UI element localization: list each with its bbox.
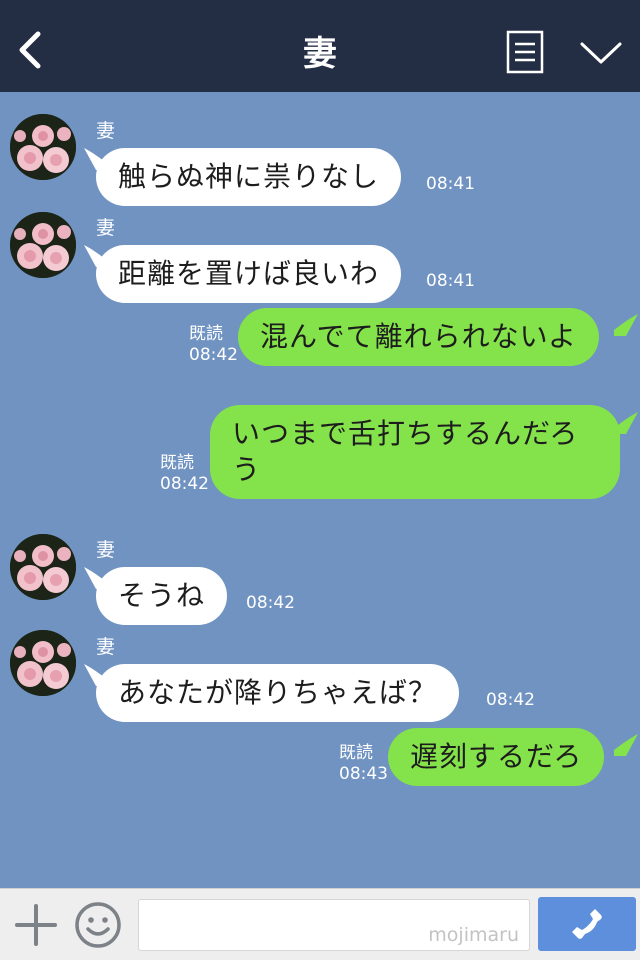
message-time: 08:43: [339, 764, 388, 784]
read-label: 既読: [160, 453, 194, 473]
avatar[interactable]: [10, 630, 76, 696]
message-input[interactable]: mojimaru: [138, 899, 530, 951]
message-bubble-outgoing[interactable]: 遅刻するだろ: [388, 728, 605, 786]
chevron-down-icon[interactable]: [578, 38, 624, 68]
message-bubble-outgoing[interactable]: 混んでて離れられないよ: [238, 308, 600, 366]
sender-name: 妻: [96, 217, 116, 239]
sender-name: 妻: [96, 636, 116, 658]
message-time: 08:42: [486, 690, 535, 710]
chat-title: 妻: [303, 34, 337, 74]
input-bar: mojimaru: [0, 888, 640, 960]
avatar[interactable]: [10, 212, 76, 278]
emoji-icon[interactable]: [74, 901, 122, 949]
sender-name: 妻: [96, 539, 116, 561]
message-time: 08:42: [160, 474, 209, 494]
chat-area[interactable]: 妻 触らぬ神に祟りなし 08:41 妻 距離を置けば良いわ 08:41 既読 0…: [0, 92, 640, 888]
watermark: mojimaru: [428, 924, 519, 946]
message-bubble-incoming[interactable]: そうね: [96, 567, 228, 625]
message-time: 08:42: [246, 593, 295, 613]
bubble-tail: [614, 314, 638, 336]
avatar[interactable]: [10, 534, 76, 600]
read-receipt: 既読 08:42: [189, 324, 238, 366]
message-time: 08:42: [189, 345, 238, 365]
chat-header: 妻: [0, 0, 640, 92]
roses-image: [10, 534, 76, 600]
call-button[interactable]: [538, 897, 636, 951]
plus-icon[interactable]: [14, 903, 58, 947]
bubble-tail: [614, 734, 638, 756]
message-time: 08:41: [426, 174, 475, 194]
roses-image: [10, 212, 76, 278]
roses-image: [10, 114, 76, 180]
read-label: 既読: [189, 324, 223, 344]
read-receipt: 既読 08:43: [339, 743, 388, 785]
message-time: 08:41: [426, 271, 475, 291]
bubble-tail: [614, 412, 638, 434]
message-bubble-outgoing[interactable]: いつまで舌打ちするんだろう: [210, 405, 620, 499]
phone-icon: [572, 909, 602, 939]
sender-name: 妻: [96, 120, 116, 142]
avatar[interactable]: [10, 114, 76, 180]
list-icon[interactable]: [506, 30, 544, 74]
message-bubble-incoming[interactable]: 触らぬ神に祟りなし: [96, 148, 402, 206]
roses-image: [10, 630, 76, 696]
message-bubble-incoming[interactable]: 距離を置けば良いわ: [96, 245, 402, 303]
read-label: 既読: [339, 743, 373, 763]
read-receipt: 既読 08:42: [160, 453, 209, 495]
message-bubble-incoming[interactable]: あなたが降りちゃえば？: [96, 664, 460, 722]
